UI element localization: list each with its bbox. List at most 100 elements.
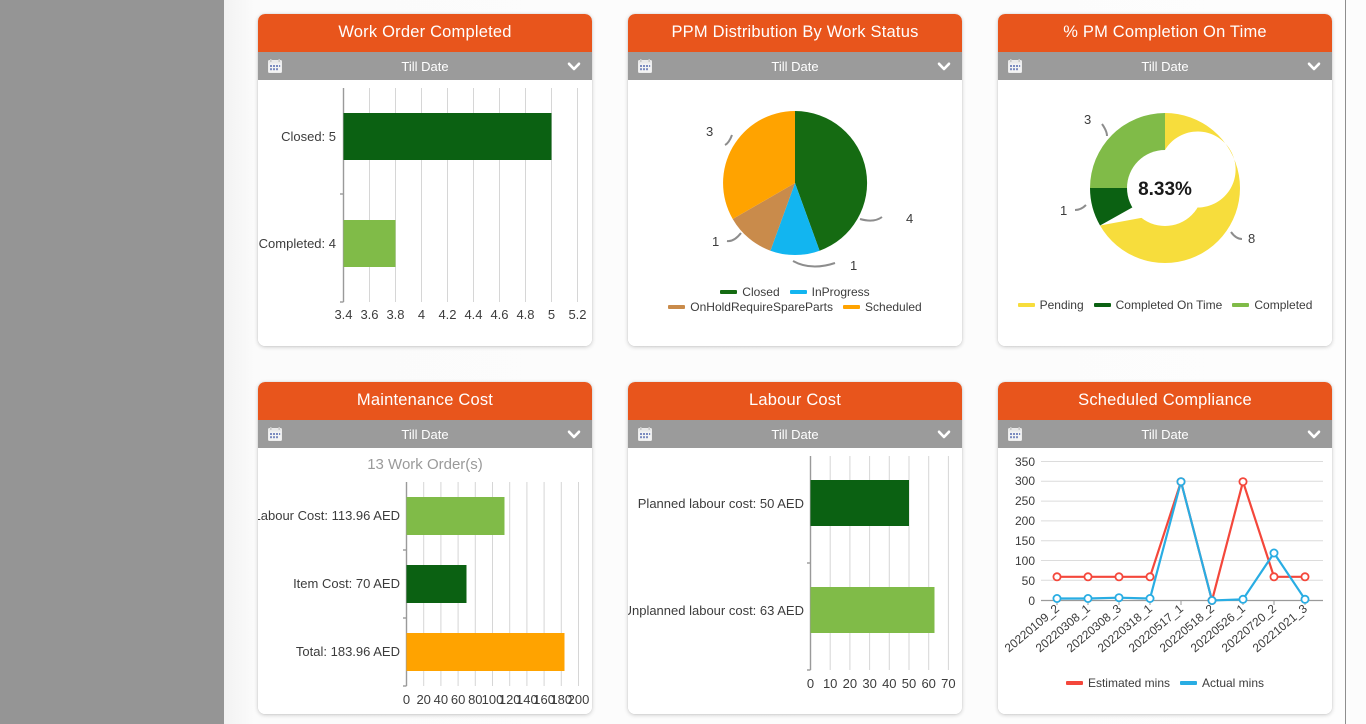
- chart-maintenance-cost[interactable]: 13 Work Order(s) Labour Cost: 113.96 AED…: [258, 448, 592, 714]
- svg-text:5: 5: [548, 307, 555, 322]
- svg-text:150: 150: [1015, 534, 1035, 548]
- legend-swatch-scheduled: [843, 305, 861, 309]
- maintenance-cost-subtitle: 13 Work Order(s): [367, 456, 483, 473]
- bar-completed: [343, 220, 396, 267]
- svg-text:300: 300: [1015, 474, 1035, 488]
- svg-text:3.8: 3.8: [386, 307, 404, 322]
- svg-text:4.4: 4.4: [464, 307, 482, 322]
- date-filter-ppm-distribution[interactable]: Till Date: [628, 52, 962, 80]
- bar-chart-svg: Planned labour cost: 50 AED Unplanned la…: [628, 456, 956, 691]
- date-filter-work-order-completed[interactable]: Till Date: [258, 52, 592, 80]
- date-filter-pm-completion[interactable]: Till Date: [998, 52, 1332, 80]
- svg-text:4.2: 4.2: [438, 307, 456, 322]
- x-axis-ticks: 0 10 20 30 40 50 60 70: [807, 676, 956, 691]
- legend-label-closed: Closed: [742, 285, 780, 299]
- bar-item-cost: [406, 565, 467, 603]
- date-filter-maintenance-cost[interactable]: Till Date: [258, 420, 592, 448]
- legend-swatch-estimated-mins: [1065, 681, 1083, 685]
- legend-item-scheduled[interactable]: Scheduled: [843, 300, 922, 314]
- bar-label-planned: Planned labour cost: 50 AED: [638, 496, 804, 511]
- svg-text:4.6: 4.6: [490, 307, 508, 322]
- widget-title: Labour Cost: [628, 382, 962, 420]
- bar-unplanned-labour-cost: [810, 587, 935, 633]
- legend-label-completed: Completed: [1254, 298, 1313, 312]
- donut-value-completed-on-time: 1: [1060, 203, 1067, 218]
- svg-text:40: 40: [434, 692, 448, 707]
- legend-swatch-pending: [1017, 303, 1035, 307]
- page-scrollbar[interactable]: [1345, 0, 1366, 724]
- bar-label-unplanned: Unplanned labour cost: 63 AED: [628, 603, 804, 618]
- date-filter-scheduled-compliance[interactable]: Till Date: [998, 420, 1332, 448]
- svg-text:350: 350: [1015, 455, 1035, 469]
- legend-label-pending: Pending: [1039, 298, 1084, 312]
- donut-chart-svg: 8.33% 3 1 8: [1060, 112, 1255, 263]
- legend-swatch-actual-mins: [1180, 681, 1197, 685]
- widget-title: PPM Distribution By Work Status: [628, 14, 962, 52]
- legend-item-inprogress[interactable]: InProgress: [789, 285, 870, 299]
- date-filter-labour-cost[interactable]: Till Date: [628, 420, 962, 448]
- chart-pm-completion-on-time[interactable]: 8.33% 3 1 8 Pending Completed On Time Co…: [998, 80, 1332, 346]
- bar-closed: [343, 113, 552, 160]
- chart-ppm-distribution[interactable]: 4 1 1 3 Closed InProgress OnHoldRequireS…: [628, 80, 962, 346]
- bar-label-completed: Completed: 4: [259, 236, 336, 251]
- date-filter-label: Till Date: [771, 58, 819, 74]
- chart-work-order-completed[interactable]: Closed: 5 Completed: 4 3.4 3.6 3.8 4 4.2…: [258, 80, 592, 346]
- y-axis-ticks: 0 50 100 150 200 250 300 350: [1015, 455, 1035, 608]
- pie-value-onhold: 1: [712, 234, 719, 249]
- svg-text:50: 50: [902, 676, 916, 691]
- svg-text:100: 100: [1015, 554, 1035, 568]
- chart-scheduled-compliance[interactable]: 0 50 100 150 200 250 300 350 20220109_2 …: [998, 448, 1332, 714]
- widget-title: Scheduled Compliance: [998, 382, 1332, 420]
- legend-item-estimated-mins[interactable]: Estimated mins: [1065, 676, 1170, 690]
- svg-text:4: 4: [418, 307, 425, 322]
- chart-labour-cost[interactable]: Planned labour cost: 50 AED Unplanned la…: [628, 448, 962, 714]
- bar-labour-cost: [406, 497, 505, 535]
- chevron-down-icon[interactable]: [936, 58, 952, 74]
- legend-item-onhold[interactable]: OnHoldRequireSpareParts: [668, 300, 833, 314]
- legend-item-completed[interactable]: Completed: [1232, 298, 1312, 312]
- chevron-down-icon[interactable]: [566, 58, 582, 74]
- date-filter-label: Till Date: [1141, 58, 1189, 74]
- chevron-down-icon[interactable]: [566, 426, 582, 442]
- legend-item-completed-on-time[interactable]: Completed On Time: [1093, 298, 1223, 312]
- donut-center-label: 8.33%: [1138, 179, 1192, 200]
- bar-label-labour-cost: Labour Cost: 113.96 AED: [258, 508, 400, 523]
- widget-labour-cost: Labour Cost Till Date Planned labour cos…: [628, 382, 962, 714]
- x-axis-ticks: 3.4 3.6 3.8 4 4.2 4.4 4.6 4.8 5 5.2: [334, 307, 586, 322]
- date-filter-label: Till Date: [401, 426, 449, 442]
- x-axis-ticks: 0 20 40 60 80 100 120 140 160 180 200: [403, 692, 589, 707]
- svg-text:20: 20: [843, 676, 857, 691]
- date-filter-label: Till Date: [1141, 426, 1189, 442]
- bar-total-cost: [406, 633, 565, 671]
- widget-maintenance-cost: Maintenance Cost Till Date 13 Work Order…: [258, 382, 592, 714]
- chart-legend: Closed InProgress OnHoldRequireSparePart…: [628, 285, 962, 314]
- donut-slice-completed-on-time: [1090, 188, 1134, 226]
- donut-leader-completed: [1101, 123, 1108, 137]
- widget-title: Work Order Completed: [258, 14, 592, 52]
- widget-title: % PM Completion On Time: [998, 14, 1332, 52]
- svg-text:200: 200: [568, 692, 590, 707]
- svg-text:80: 80: [468, 692, 482, 707]
- pie-leader-inprogress: [792, 260, 836, 268]
- legend-label-actual-mins: Actual mins: [1202, 676, 1265, 690]
- legend-item-closed[interactable]: Closed: [720, 285, 780, 299]
- svg-text:60: 60: [921, 676, 935, 691]
- legend-item-pending[interactable]: Pending: [1017, 298, 1084, 312]
- chevron-down-icon[interactable]: [936, 426, 952, 442]
- widget-scheduled-compliance: Scheduled Compliance Till Date 0 50 100 …: [998, 382, 1332, 714]
- bar-label-item-cost: Item Cost: 70 AED: [293, 576, 400, 591]
- calendar-icon: [638, 59, 652, 73]
- legend-item-actual-mins[interactable]: Actual mins: [1180, 676, 1264, 690]
- legend-label-completed-on-time: Completed On Time: [1115, 298, 1223, 312]
- legend-label-scheduled: Scheduled: [865, 300, 922, 314]
- date-filter-label: Till Date: [401, 58, 449, 74]
- svg-text:30: 30: [862, 676, 876, 691]
- chevron-down-icon[interactable]: [1306, 426, 1322, 442]
- legend-swatch-completed-on-time: [1093, 303, 1111, 307]
- widget-ppm-distribution: PPM Distribution By Work Status Till Dat…: [628, 14, 962, 346]
- calendar-icon: [1008, 427, 1022, 441]
- chevron-down-icon[interactable]: [1306, 58, 1322, 74]
- svg-text:0: 0: [1028, 594, 1035, 608]
- svg-text:20: 20: [416, 692, 430, 707]
- widget-work-order-completed: Work Order Completed Till Date Closed: 5…: [258, 14, 592, 346]
